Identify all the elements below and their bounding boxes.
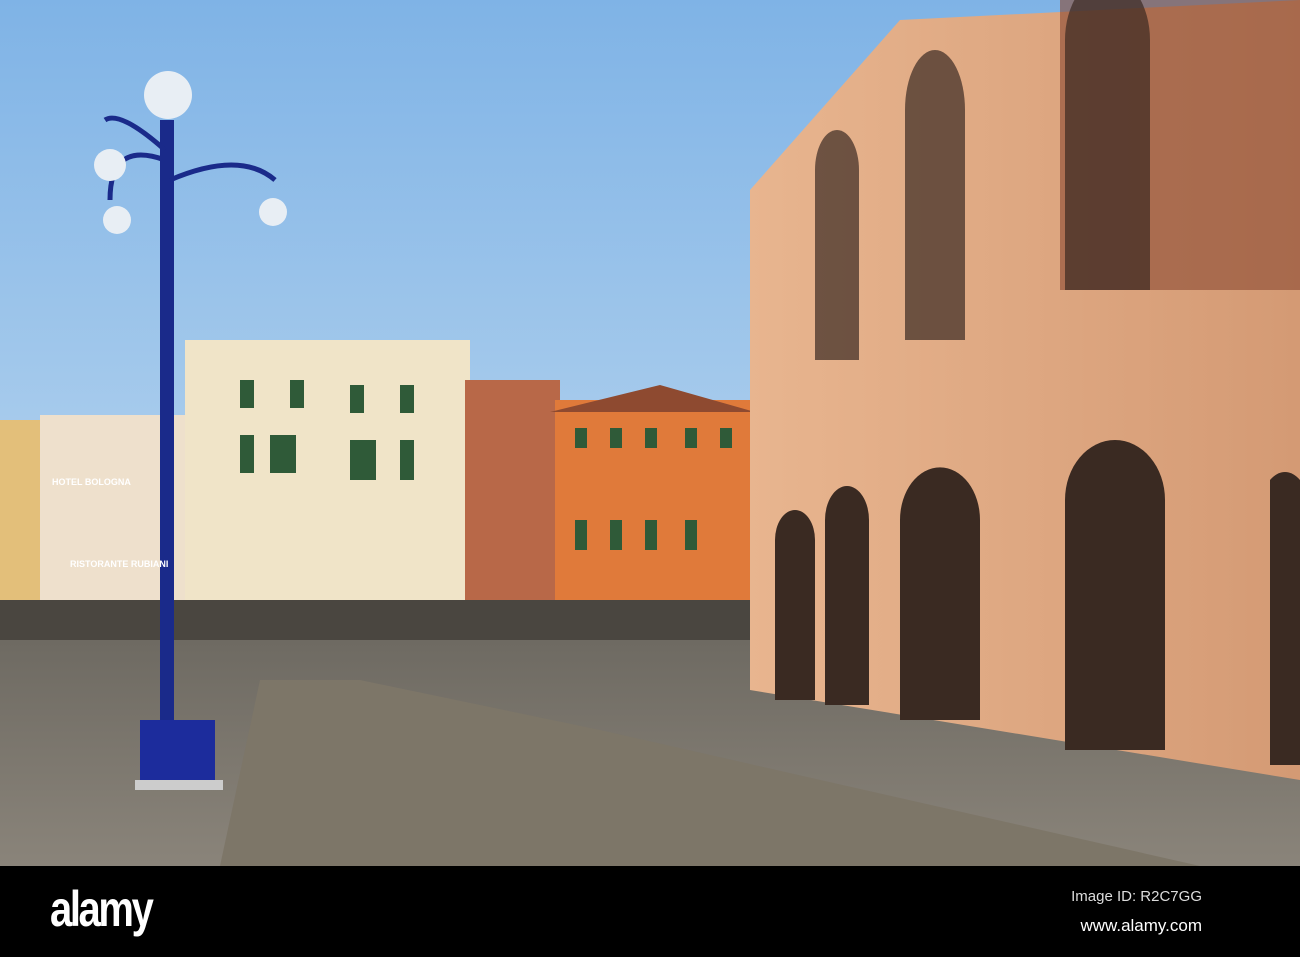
photo-verona-arena-piazza-bra: HOTEL BOLOGNA RISTORANTE RUBIANI [0, 0, 1300, 866]
building-red [465, 380, 560, 610]
scene-illustration [0, 0, 1300, 866]
building-cream [185, 340, 470, 610]
hotel-sign: HOTEL BOLOGNA [52, 477, 131, 487]
alamy-logo: alamy [50, 881, 154, 937]
watermark-url: www.alamy.com [1080, 916, 1202, 935]
watermark-bar: alamy Image ID: R2C7GG www.alamy.com [0, 866, 1300, 957]
restaurant-sign: RISTORANTE RUBIANI [70, 559, 169, 569]
image-id: Image ID: R2C7GG [1071, 888, 1202, 905]
